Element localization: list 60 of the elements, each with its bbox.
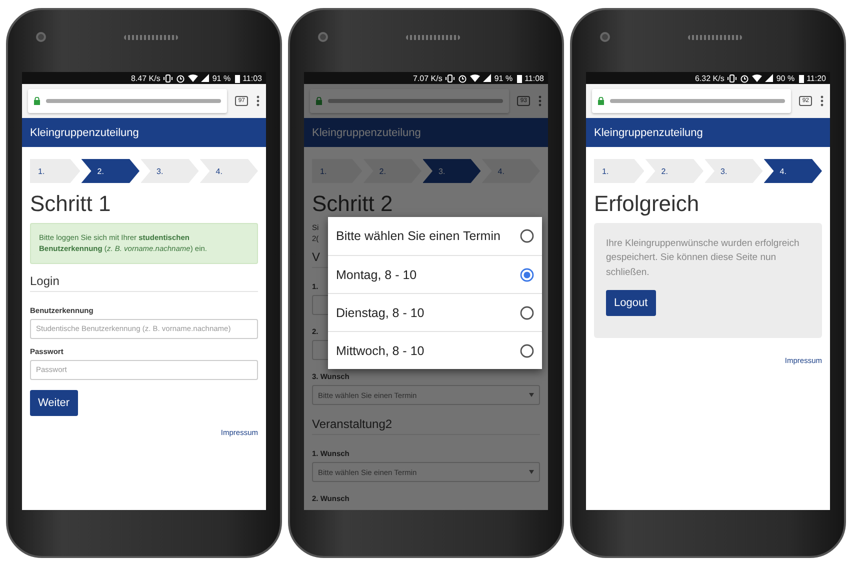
step-item[interactable]: 2. bbox=[645, 159, 704, 183]
battery-percent: 91 % bbox=[494, 74, 513, 82]
step-item[interactable]: 3. bbox=[140, 159, 199, 183]
clock-time: 11:20 bbox=[806, 74, 826, 82]
app-header: Kleingruppenzuteilung bbox=[304, 118, 548, 147]
battery-percent: 91 % bbox=[212, 74, 231, 82]
submit-button[interactable]: Weiter bbox=[30, 390, 78, 416]
page-heading: Erfolgreich bbox=[594, 191, 700, 217]
lock-icon bbox=[34, 97, 40, 105]
front-camera bbox=[600, 32, 610, 42]
menu-icon[interactable] bbox=[538, 95, 542, 107]
lock-icon bbox=[598, 97, 604, 105]
radio-button[interactable] bbox=[520, 229, 534, 243]
wifi-icon bbox=[470, 74, 480, 82]
option-label: Montag, 8 - 10 bbox=[336, 268, 417, 282]
option-label: Mittwoch, 8 - 10 bbox=[336, 344, 424, 358]
network-speed: 7.07 K/s bbox=[412, 74, 442, 82]
network-speed: 6.32 K/s bbox=[694, 74, 724, 82]
section-heading: Login bbox=[30, 274, 258, 292]
caret-icon bbox=[529, 393, 534, 397]
menu-icon[interactable] bbox=[820, 95, 824, 107]
logout-button[interactable]: Logout bbox=[606, 290, 656, 316]
option-label: Bitte wählen Sie einen Termin bbox=[336, 229, 500, 243]
front-camera bbox=[36, 32, 46, 42]
radio-button[interactable] bbox=[520, 344, 534, 358]
radio-button[interactable] bbox=[520, 306, 534, 320]
menu-icon[interactable] bbox=[256, 95, 260, 107]
caret-icon bbox=[529, 470, 534, 474]
step-item[interactable]: 4. bbox=[764, 159, 822, 183]
lock-icon bbox=[316, 97, 322, 105]
page-heading: Schritt 1 bbox=[30, 191, 112, 217]
dialog-option[interactable]: Dienstag, 8 - 10 bbox=[328, 293, 542, 331]
dialog-option[interactable]: Montag, 8 - 10 bbox=[328, 255, 542, 293]
signal-icon bbox=[483, 74, 492, 82]
clock-time: 11:08 bbox=[524, 74, 544, 82]
step-item[interactable]: 3. bbox=[422, 159, 481, 183]
signal-icon bbox=[201, 74, 210, 82]
page-heading: Schritt 2 bbox=[312, 191, 394, 217]
step-item[interactable]: 1. bbox=[594, 159, 644, 183]
clock-time: 11:03 bbox=[242, 74, 262, 82]
signal-icon bbox=[765, 74, 774, 82]
wifi-icon bbox=[188, 74, 198, 82]
step-item[interactable]: 3. bbox=[704, 159, 763, 183]
front-camera bbox=[318, 32, 328, 42]
dialog-option[interactable]: Mittwoch, 8 - 10 bbox=[328, 331, 542, 369]
app-header: Kleingruppenzuteilung bbox=[586, 118, 830, 147]
section-heading: Veranstaltung2 bbox=[312, 417, 540, 435]
speaker-grille bbox=[124, 34, 178, 40]
step-item[interactable]: 4. bbox=[200, 159, 258, 183]
radio-button[interactable] bbox=[520, 268, 534, 282]
speaker-grille bbox=[406, 34, 460, 40]
speaker-grille bbox=[688, 34, 742, 40]
network-speed: 8.47 K/s bbox=[130, 74, 160, 82]
step-item[interactable]: 2. bbox=[81, 159, 140, 183]
wifi-icon bbox=[752, 74, 762, 82]
option-label: Dienstag, 8 - 10 bbox=[336, 306, 424, 320]
step-item[interactable]: 1. bbox=[30, 159, 80, 183]
battery-percent: 90 % bbox=[776, 74, 795, 82]
success-message: Ihre Kleingruppenwünsche wurden erfolgreich gespeichert. Sie können diese Seite nun schließen. bbox=[606, 237, 800, 280]
app-header: Kleingruppenzuteilung bbox=[22, 118, 266, 147]
